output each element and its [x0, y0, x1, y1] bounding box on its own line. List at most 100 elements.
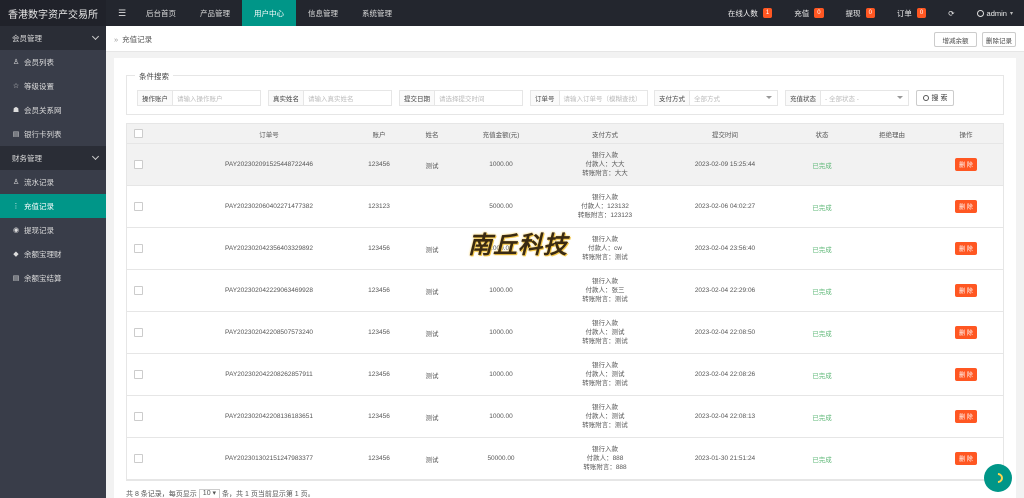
cell-amount: 1000.00	[489, 371, 513, 378]
col-status: 状态	[815, 131, 829, 139]
sidebar-item-withdraw-records[interactable]: ◉ 提现记录	[0, 218, 106, 242]
select-all-checkbox[interactable]	[127, 124, 149, 143]
sidebar-group-finance[interactable]: 财务管理	[0, 146, 106, 170]
delete-button[interactable]: 删 除	[955, 242, 977, 255]
cell-name: 测试	[425, 414, 439, 422]
sidebar-item-member-list[interactable]: ♙ 会员列表	[0, 50, 106, 74]
dropdown-caret-icon	[897, 96, 903, 99]
realname-input[interactable]: 请输入真实姓名	[304, 91, 391, 105]
cell-action: 删 除	[927, 144, 1005, 185]
operator-input[interactable]: 请输入操作账户	[173, 91, 260, 105]
username: admin	[986, 8, 1007, 18]
table-row: PAY20230209152544872244​6 123456 测试 1000.00…	[127, 144, 1003, 186]
cell-action: 删 除	[927, 312, 1005, 353]
sidebar-item-recharge-records[interactable]: ⋮ 充值记录	[0, 194, 106, 218]
cell-reason	[857, 270, 927, 311]
add-balance-button[interactable]: 增减余额	[934, 32, 977, 47]
sidebar-item-member-network[interactable]: ☗ 会员关系网	[0, 98, 106, 122]
recharge-label: 充值	[794, 8, 810, 18]
sidebar-item-level-settings[interactable]: ☆ 等级设置	[0, 74, 106, 98]
withdraw-label: 提现	[845, 8, 861, 18]
status-badge: 已完成	[812, 204, 832, 212]
row-checkbox[interactable]	[127, 312, 149, 353]
cell-status: 已完成	[787, 312, 857, 353]
search-button[interactable]: 搜 索	[916, 90, 954, 106]
sidebar-item-flow-records[interactable]: ♙ 流水记录	[0, 170, 106, 194]
chat-icon[interactable]	[984, 464, 1012, 492]
recharge-notice[interactable]: 充值 0	[783, 0, 834, 26]
col-account: 账户	[372, 131, 386, 139]
cell-paymethod: 银行入款 付款人：888 转账附言：888	[547, 438, 663, 479]
nav-users[interactable]: 用户中心	[242, 0, 296, 26]
user-icon: ♙	[12, 59, 20, 66]
payment-line: 转账附言：测试	[582, 422, 628, 429]
sidebar-item-yuebao-finance[interactable]: ◆ 余额宝理财	[0, 242, 106, 266]
delete-button[interactable]: 删 除	[955, 326, 977, 339]
cell-account: 123456	[368, 455, 390, 462]
nav-products[interactable]: 产品管理	[188, 0, 242, 26]
delete-button[interactable]: 删 除	[955, 410, 977, 423]
sidebar-item-label: 提现记录	[24, 225, 54, 235]
online-users[interactable]: 在线人数 1	[717, 0, 783, 26]
user-menu[interactable]: admin ▾	[966, 0, 1024, 26]
row-checkbox[interactable]	[127, 144, 149, 185]
hamburger-icon[interactable]: ☰	[113, 0, 131, 26]
nav-home[interactable]: 后台首页	[134, 0, 188, 26]
payment-line: 付款人：测试	[585, 413, 625, 420]
circle-icon: ◉	[12, 227, 20, 234]
row-checkbox[interactable]	[127, 270, 149, 311]
date-input[interactable]: 请选择提交时间	[435, 91, 522, 105]
nav-info[interactable]: 信息管理	[296, 0, 350, 26]
order-input[interactable]: 请输入订单号（模糊查找）	[560, 91, 648, 105]
cell-order: PAY20230204220813618365​1	[225, 413, 313, 420]
cell-time: 2023-02-04 22:29:06	[694, 287, 756, 294]
cell-amount: 1000.00	[489, 287, 513, 294]
delete-button[interactable]: 删 除	[955, 368, 977, 381]
delete-button[interactable]: 删 除	[955, 284, 977, 297]
cell-time: 2023-01-30 21:51:24	[694, 455, 756, 462]
refresh-icon[interactable]: ⟳	[937, 0, 965, 26]
sidebar-group-members[interactable]: 会员管理	[0, 26, 106, 50]
order-notice[interactable]: 订单 0	[886, 0, 937, 26]
realname-label: 真实姓名	[269, 91, 304, 105]
col-order: 订单号	[259, 131, 279, 139]
status-select[interactable]: - 全部状态 -	[821, 91, 908, 105]
delete-button[interactable]: 删 除	[955, 158, 977, 171]
cell-order: PAY20230130215124798337​7	[225, 455, 313, 462]
withdraw-badge: 0	[865, 8, 875, 18]
users-icon: ☗	[12, 107, 20, 114]
status-badge: 已完成	[812, 162, 832, 170]
cell-order: PAY20230204235640332989​2	[225, 245, 313, 252]
row-checkbox[interactable]	[127, 354, 149, 395]
sidebar-item-label: 银行卡列表	[24, 129, 62, 139]
nav-system[interactable]: 系统管理	[350, 0, 404, 26]
cell-account: 123456	[368, 245, 390, 252]
row-checkbox[interactable]	[127, 186, 149, 227]
row-checkbox[interactable]	[127, 228, 149, 269]
delete-button[interactable]: 删 除	[955, 200, 977, 213]
breadcrumb: » 充值记录	[114, 26, 152, 52]
payment-line: 银行入款	[592, 404, 618, 411]
sidebar-item-bank-cards[interactable]: ▤ 银行卡列表	[0, 122, 106, 146]
status-badge: 已完成	[812, 288, 832, 296]
row-checkbox[interactable]	[127, 438, 149, 479]
withdraw-notice[interactable]: 提现 0	[835, 0, 886, 26]
paymethod-select[interactable]: 全部方式	[690, 91, 777, 105]
payment-line: 付款人：张三	[585, 287, 625, 294]
delete-records-button[interactable]: 删除记录	[982, 32, 1016, 47]
pager-post: 条，共 1 页当前显示第 1 页。	[222, 491, 315, 498]
sidebar-item-yuebao-settle[interactable]: ▤ 余额宝结算	[0, 266, 106, 290]
header-right: 在线人数 1 充值 0 提现 0 订单 0 ⟳ admin ▾	[717, 0, 1024, 26]
page-size-select[interactable]: 10 ▾	[198, 489, 221, 498]
payment-line: 付款人：测试	[585, 371, 625, 378]
online-label: 在线人数	[727, 8, 758, 18]
row-checkbox[interactable]	[127, 396, 149, 437]
cell-name: 测试	[425, 456, 439, 464]
cell-action: 删 除	[927, 396, 1005, 437]
status-badge: 已完成	[812, 246, 832, 254]
payment-line: 转账附言：测试	[582, 338, 628, 345]
payment-line: 银行入款	[592, 446, 618, 453]
status-filter: 充值状态 - 全部状态 -	[785, 90, 909, 106]
delete-button[interactable]: 删 除	[955, 452, 977, 465]
star-icon: ☆	[12, 83, 20, 90]
